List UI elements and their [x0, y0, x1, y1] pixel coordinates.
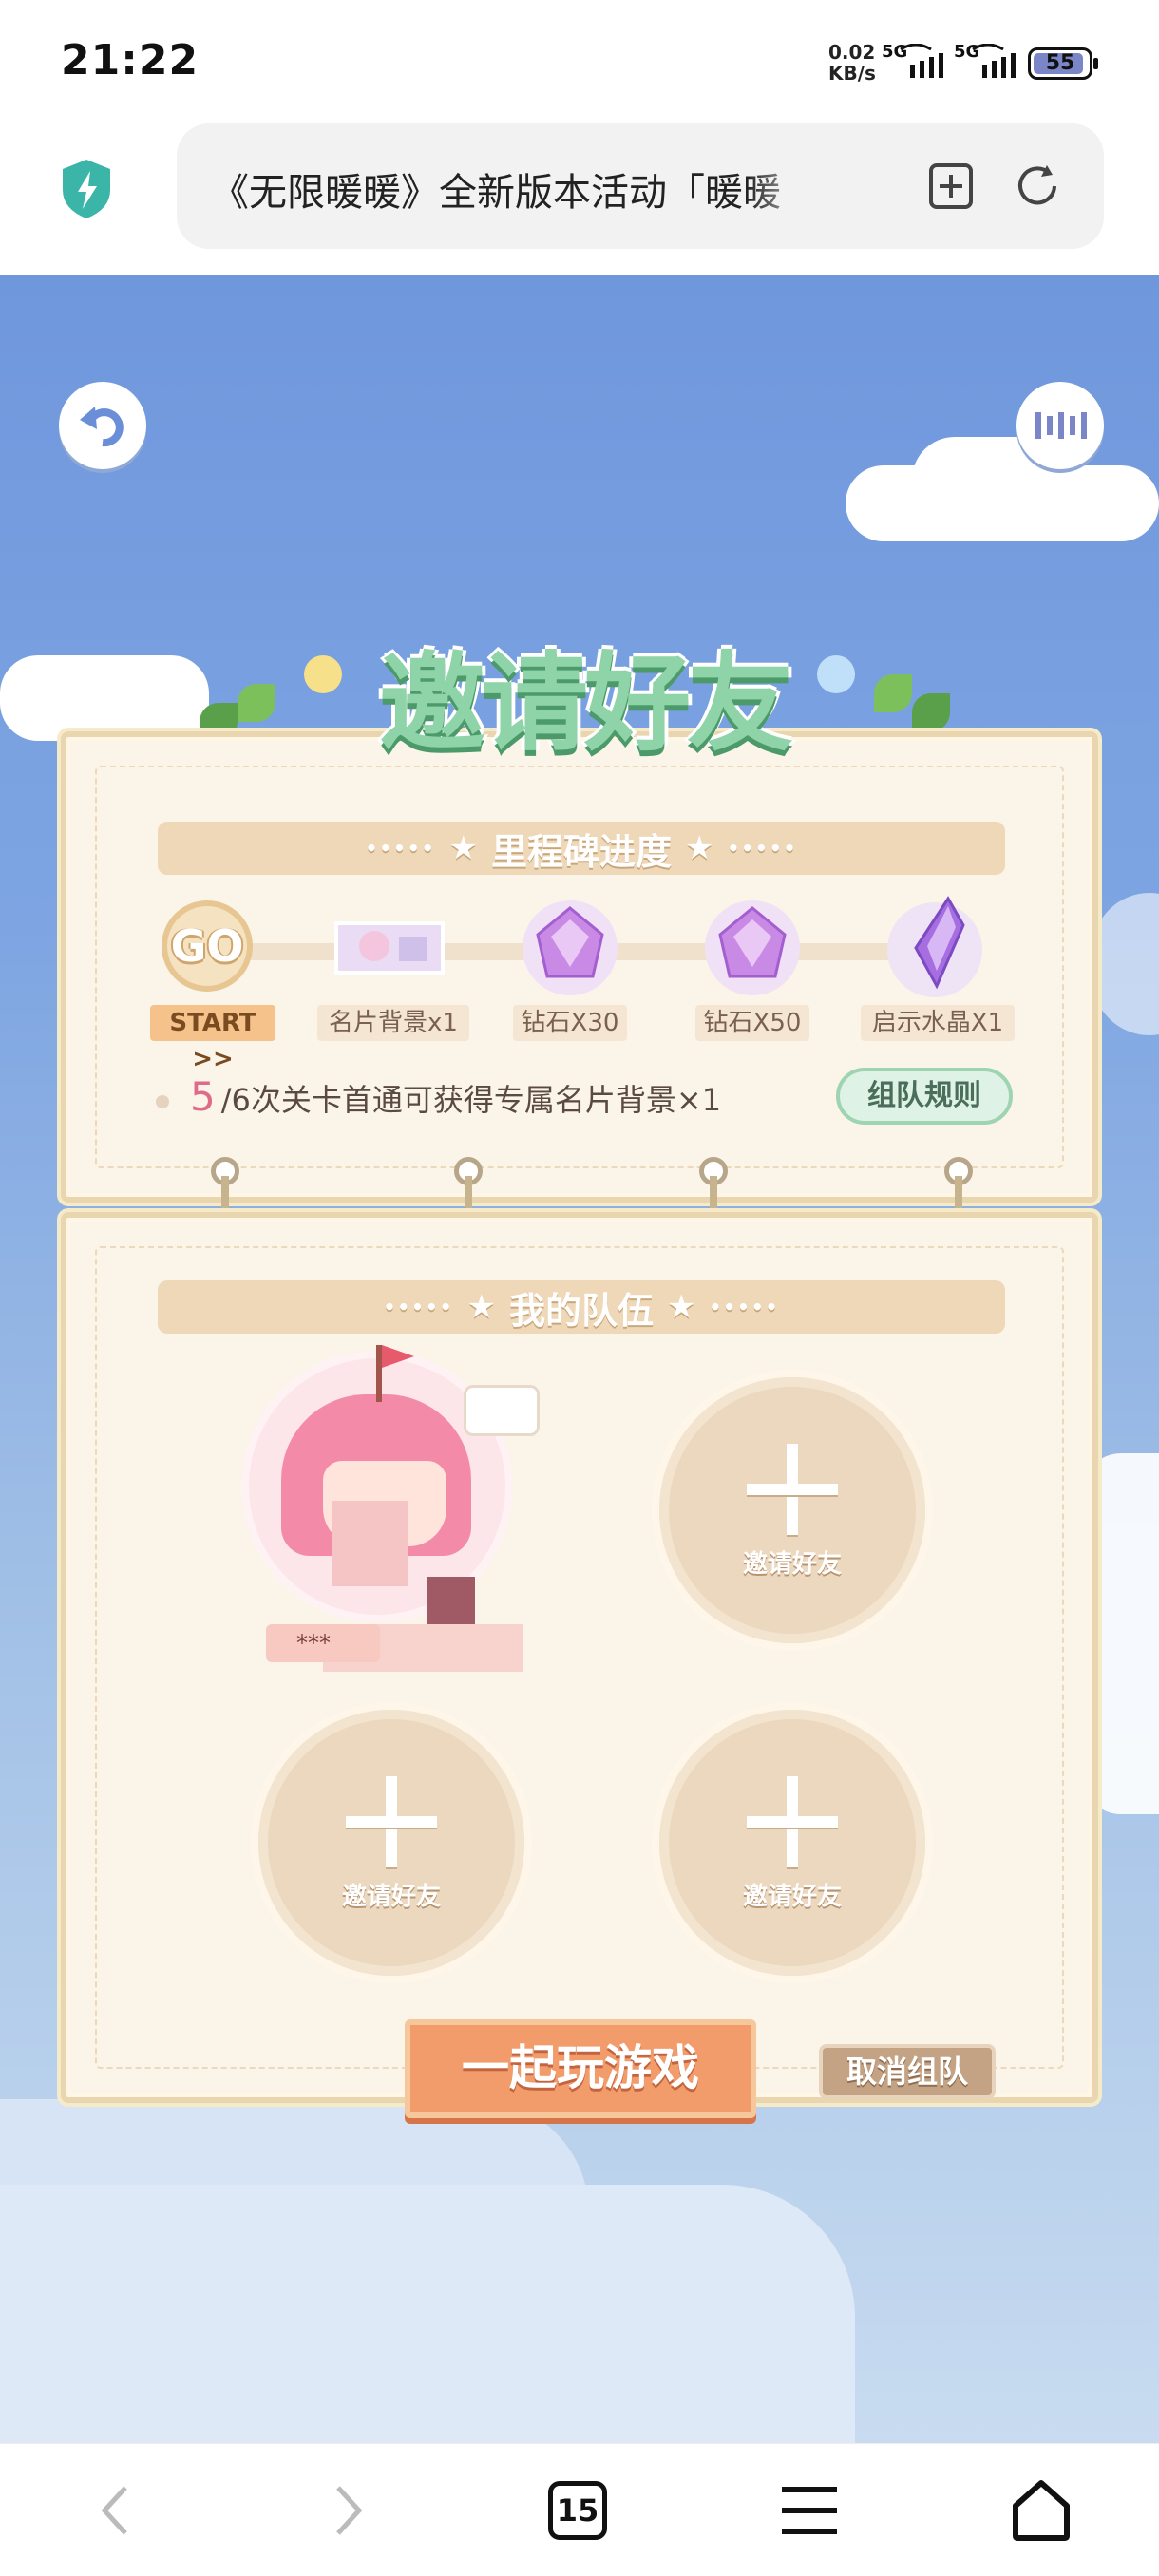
- return-arrow-icon: [80, 407, 124, 447]
- team-banner-label: 我的队伍: [508, 1289, 654, 1332]
- cloud: [0, 2185, 855, 2443]
- panel-border: [95, 1246, 1064, 2069]
- milestone-banner: ••••• ★ 里程碑进度 ★ •••••: [158, 822, 1005, 875]
- banner-dots: •••••: [365, 837, 436, 860]
- sound-wave-icon: [1036, 412, 1087, 439]
- banner-dots: •••••: [383, 1296, 454, 1318]
- invite-friend-slot[interactable]: 邀请好友: [659, 1710, 925, 1976]
- leader-flag-icon: [376, 1345, 414, 1402]
- banner-dots: •••••: [709, 1296, 780, 1318]
- add-bookmark-icon[interactable]: [927, 161, 975, 211]
- signal-bars-icon: [972, 44, 1016, 78]
- signal-2: 5G: [954, 42, 1036, 82]
- reward-diamond-50[interactable]: [695, 891, 809, 1005]
- mosaic-block: [428, 1577, 475, 1624]
- music-toggle-button[interactable]: [1016, 382, 1104, 469]
- invite-label: 邀请好友: [742, 1883, 842, 1911]
- banner-dots: •••••: [727, 837, 798, 860]
- signal-bars-icon: [900, 44, 943, 78]
- diamond-icon: [522, 900, 618, 995]
- reward-label: 钻石X50: [695, 1005, 809, 1041]
- net-speed-unit: KB/s: [828, 62, 876, 85]
- page-title[interactable]: 《无限暖暖》全新版本活动「暖暖: [211, 161, 819, 217]
- start-label: START >>: [150, 1005, 276, 1073]
- menu-button[interactable]: [771, 2472, 847, 2548]
- team-panel: [61, 1212, 1098, 2103]
- cloud: [0, 655, 209, 741]
- flower-decoration: [817, 655, 855, 693]
- play-together-button[interactable]: 一起玩游戏: [405, 2019, 756, 2118]
- reload-icon[interactable]: [1013, 161, 1064, 211]
- milestone-banner-label: 里程碑进度: [490, 830, 672, 873]
- milestone-progress: 5/6次关卡首通可获得专属名片背景×1: [156, 1073, 721, 1120]
- plus-icon: [747, 1816, 838, 1828]
- team-rules-button[interactable]: 组队规则: [836, 1068, 1013, 1125]
- browser-toolbar: 《无限暖暖》全新版本活动「暖暖: [0, 123, 1159, 275]
- invite-friend-slot[interactable]: 邀请好友: [659, 1377, 925, 1643]
- side-float-button[interactable]: [1092, 893, 1159, 1035]
- bullet-dot: [156, 1095, 169, 1108]
- leaf-decoration: [874, 674, 912, 712]
- speech-bubble-icon: [464, 1385, 540, 1436]
- forward-icon: [336, 2486, 363, 2535]
- invite-friend-slot[interactable]: 邀请好友: [258, 1710, 524, 1976]
- back-game-button[interactable]: [59, 382, 146, 469]
- reward-label: 钻石X30: [513, 1005, 627, 1041]
- plus-icon: [346, 1816, 437, 1828]
- address-fade: [747, 152, 823, 218]
- status-bar: 21:22 0.02 KB/s 5G 5G 55: [0, 0, 1159, 123]
- leaf-decoration: [912, 693, 950, 731]
- tab-count: 15: [556, 2492, 599, 2529]
- event-title: 邀请好友: [379, 642, 793, 766]
- browser-nav-bar: 15: [0, 2443, 1159, 2576]
- team-banner: ••••• ★ 我的队伍 ★ •••••: [158, 1280, 1005, 1334]
- flower-decoration: [304, 655, 342, 693]
- reward-label: 启示水晶X1: [861, 1005, 1015, 1041]
- reward-label: 名片背景x1: [317, 1005, 469, 1041]
- star-icon: ★: [466, 1288, 496, 1326]
- invite-label: 邀请好友: [341, 1883, 441, 1911]
- reward-diamond-30[interactable]: [513, 891, 627, 1005]
- star-icon: ★: [667, 1288, 696, 1326]
- card-background-icon: [334, 921, 445, 975]
- forward-button[interactable]: [310, 2472, 386, 2548]
- address-bar[interactable]: 《无限暖暖》全新版本活动「暖暖: [177, 123, 1104, 249]
- star-icon: ★: [448, 829, 478, 867]
- progress-current: 5: [190, 1073, 216, 1120]
- net-speed: 0.02 KB/s: [828, 42, 876, 84]
- game-canvas: 邀请好友 ••••• ★ 里程碑进度 ★ ••••• GO START >> 名…: [0, 275, 1159, 2443]
- reward-card-background[interactable]: [332, 891, 446, 1005]
- shield-icon[interactable]: [59, 158, 114, 220]
- battery-icon: 55: [1028, 47, 1098, 80]
- plus-icon: [747, 1484, 838, 1495]
- cancel-team-button[interactable]: 取消组队: [819, 2044, 996, 2099]
- reward-crystal[interactable]: [878, 891, 992, 1005]
- status-time: 21:22: [61, 36, 200, 85]
- menu-icon: [782, 2487, 837, 2534]
- back-icon: [101, 2486, 127, 2535]
- signal-1: 5G: [882, 42, 963, 82]
- tabs-icon: 15: [548, 2481, 607, 2540]
- progress-description: /6次关卡首通可获得专属名片背景×1: [220, 1082, 722, 1118]
- back-button[interactable]: [78, 2472, 154, 2548]
- invite-label: 邀请好友: [742, 1550, 842, 1579]
- home-button[interactable]: [1003, 2472, 1079, 2548]
- diamond-icon: [705, 900, 800, 995]
- net-speed-value: 0.02: [828, 41, 876, 64]
- mosaic-block: [332, 1501, 408, 1586]
- go-badge: GO: [162, 900, 253, 992]
- star-icon: ★: [685, 829, 714, 867]
- crystal-icon: [887, 896, 982, 997]
- leaf-decoration: [238, 684, 276, 722]
- battery-level: 55: [1045, 51, 1075, 75]
- home-icon: [1013, 2480, 1070, 2541]
- member-name: ***: [266, 1624, 380, 1662]
- tabs-button[interactable]: 15: [540, 2472, 616, 2548]
